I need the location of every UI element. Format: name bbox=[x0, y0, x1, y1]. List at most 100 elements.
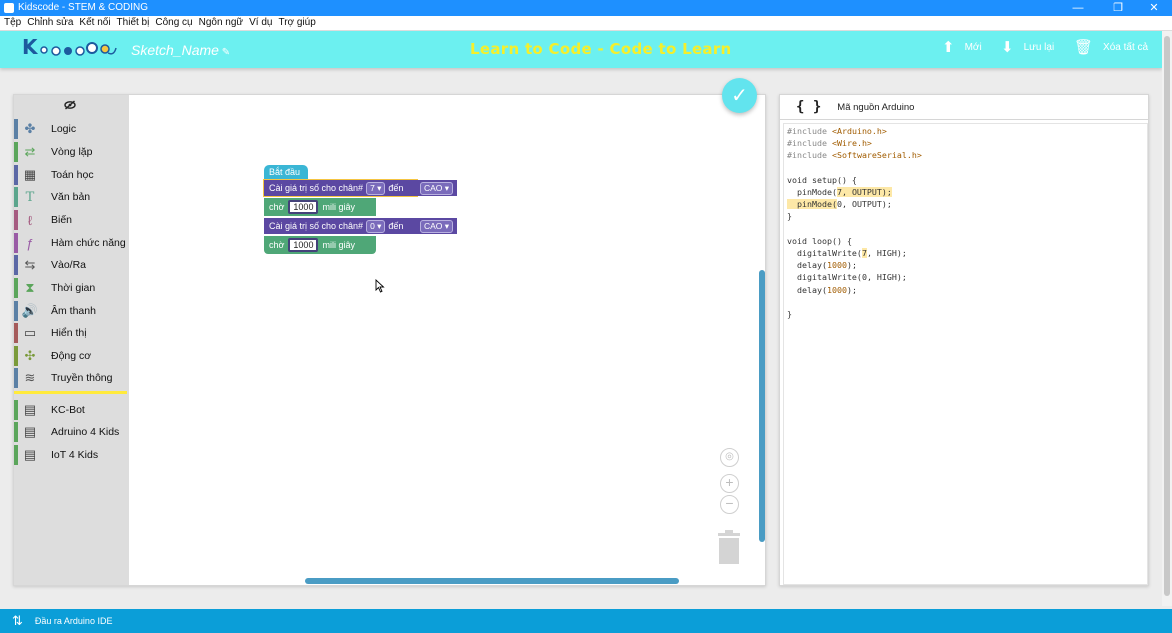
delay-value-input[interactable]: 1000 bbox=[288, 200, 319, 214]
block-canvas[interactable]: Bắt đầu Cài giá trị số cho chân# 7 ▾ đến… bbox=[129, 95, 765, 585]
category-color-bar bbox=[14, 165, 18, 185]
code-text: #include <Arduino.h> #include <Wire.h> #… bbox=[787, 126, 922, 320]
close-button[interactable]: ✕ bbox=[1140, 0, 1168, 16]
category-variables[interactable]: ℓ Biến bbox=[14, 209, 129, 231]
recenter-icon[interactable]: ◎ bbox=[720, 448, 739, 467]
menu-examples[interactable]: Ví dụ bbox=[245, 16, 274, 30]
category-logic[interactable]: ✤ Logic bbox=[14, 118, 129, 140]
block-label: Cài giá trị số cho chân# bbox=[269, 221, 364, 231]
text-t-icon: T bbox=[25, 189, 35, 205]
arduino-output-bar[interactable]: ⇅ Đầu ra Arduino IDE bbox=[0, 609, 1172, 633]
arduino-output-label: Đầu ra Arduino IDE bbox=[34, 616, 113, 626]
category-io[interactable]: ⇆ Vào/Ra bbox=[14, 254, 129, 276]
delete-label: Xóa tất cả bbox=[1103, 42, 1149, 53]
category-communication[interactable]: ≋ Truyền thông bbox=[14, 367, 129, 389]
level-dropdown[interactable]: CAO ▾ bbox=[420, 181, 454, 195]
category-loops[interactable]: ⇄ Vòng lặp bbox=[14, 141, 129, 163]
board-icon: ▤ bbox=[23, 447, 37, 462]
category-time[interactable]: ⧗ Thời gian bbox=[14, 277, 129, 299]
category-color-bar bbox=[14, 278, 18, 298]
category-display[interactable]: ▭ Hiển thị bbox=[14, 322, 129, 344]
category-color-bar bbox=[14, 142, 18, 162]
category-color-bar bbox=[14, 187, 18, 207]
monitor-icon: ▭ bbox=[23, 325, 37, 340]
sketch-name-field[interactable]: Sketch_Name ✎ bbox=[131, 42, 230, 58]
menu-help[interactable]: Trợ giúp bbox=[274, 16, 317, 30]
blockly-workspace[interactable]: ✤ Logic ⇄ Vòng lặp ▦ Toán học T Văn bản ℓ Biế… bbox=[13, 94, 766, 586]
value-block[interactable]: CAO ▾ bbox=[417, 180, 457, 196]
zoom-in-icon[interactable]: + bbox=[720, 474, 739, 493]
code-braces-icon: { } bbox=[796, 99, 822, 115]
category-iot-4-kids[interactable]: ▤ IoT 4 Kids bbox=[14, 444, 129, 466]
digital-write-block[interactable]: Cài giá trị số cho chân# 7 ▾ đến bbox=[263, 179, 418, 197]
menu-edit[interactable]: Chỉnh sửa bbox=[23, 16, 75, 30]
value-block[interactable]: CAO ▾ bbox=[417, 218, 457, 234]
category-text[interactable]: T Văn bản bbox=[14, 186, 129, 208]
digital-write-block[interactable]: Cài giá trị số cho chân# 0 ▾ đến bbox=[264, 218, 417, 234]
category-color-bar bbox=[14, 445, 18, 465]
window-titlebar: Kidscode - STEM & CODING — ❐ ✕ bbox=[0, 0, 1172, 16]
level-dropdown[interactable]: CAO ▾ bbox=[420, 219, 454, 233]
window-title: Kidscode - STEM & CODING bbox=[18, 2, 149, 13]
zoom-out-icon[interactable]: − bbox=[720, 495, 739, 514]
category-color-bar bbox=[14, 119, 18, 139]
category-arduino-4-kids[interactable]: ▤ Adruino 4 Kids bbox=[14, 421, 129, 443]
save-button[interactable]: ⬇ Lưu lại bbox=[1001, 40, 1054, 55]
start-block[interactable]: Bắt đầu bbox=[264, 165, 308, 180]
block-label: mili giây bbox=[322, 202, 355, 212]
sort-arrows-icon[interactable]: ⇅ bbox=[12, 613, 23, 629]
app-icon bbox=[4, 3, 14, 13]
category-kc-bot[interactable]: ▤ KC-Bot bbox=[14, 399, 129, 421]
fan-icon: ✣ bbox=[24, 348, 36, 363]
category-sound[interactable]: 🔊 Âm thanh bbox=[14, 300, 129, 322]
category-color-bar bbox=[14, 400, 18, 420]
new-label: Mới bbox=[964, 42, 982, 53]
category-label: Hàm chức năng bbox=[51, 237, 126, 249]
category-color-bar bbox=[14, 210, 18, 230]
window-scrollbar[interactable] bbox=[1162, 31, 1172, 606]
pin-dropdown[interactable]: 7 ▾ bbox=[366, 181, 386, 195]
workspace-vscrollbar[interactable] bbox=[759, 270, 765, 542]
delay-block[interactable]: chờ 1000 mili giây bbox=[264, 198, 376, 216]
category-label: Hiển thị bbox=[51, 327, 87, 339]
hide-toolbox-eye-icon[interactable] bbox=[64, 100, 76, 113]
window-scrollbar-thumb[interactable] bbox=[1164, 36, 1170, 596]
workspace-trash-icon[interactable] bbox=[716, 530, 742, 564]
delay-value-input[interactable]: 1000 bbox=[288, 238, 319, 252]
delay-block[interactable]: chờ 1000 mili giây bbox=[264, 236, 376, 254]
menu-language[interactable]: Ngôn ngữ bbox=[195, 16, 246, 30]
category-color-bar bbox=[14, 323, 18, 343]
code-view[interactable]: #include <Arduino.h> #include <Wire.h> #… bbox=[783, 123, 1148, 585]
app-header: K Sketch_Name ✎ Learn to Code - Code to … bbox=[0, 31, 1162, 68]
menu-tools[interactable]: Công cụ bbox=[151, 16, 194, 30]
board-icon: ▤ bbox=[23, 402, 37, 417]
menu-connect[interactable]: Kết nối bbox=[75, 16, 112, 30]
category-color-bar bbox=[14, 255, 18, 275]
category-math[interactable]: ▦ Toán học bbox=[14, 164, 129, 186]
slogan-text: Learn to Code - Code to Learn bbox=[470, 40, 732, 58]
menu-file[interactable]: Tệp bbox=[0, 16, 23, 30]
code-panel-header: { } Mã nguồn Arduino bbox=[780, 95, 1148, 120]
block-label: đến bbox=[388, 221, 404, 231]
edit-pencil-icon[interactable]: ✎ bbox=[219, 47, 230, 58]
workspace-hscrollbar[interactable] bbox=[305, 578, 679, 584]
pin-dropdown[interactable]: 0 ▾ bbox=[366, 219, 386, 233]
block-label: đến bbox=[388, 183, 404, 193]
mouse-cursor-icon bbox=[375, 279, 385, 293]
delete-all-button[interactable]: 🗑 Xóa tất cả bbox=[1074, 40, 1148, 55]
category-motor[interactable]: ✣ Động cơ bbox=[14, 345, 129, 367]
grid-icon: ▦ bbox=[23, 167, 37, 182]
compile-check-button[interactable]: ✓ bbox=[722, 78, 757, 113]
maximize-button[interactable]: ❐ bbox=[1104, 0, 1132, 16]
menu-device[interactable]: Thiết bị bbox=[113, 16, 152, 30]
upload-arrow-icon: ⬆ bbox=[942, 39, 955, 56]
wifi-icon: ≋ bbox=[24, 370, 36, 385]
kidscode-logo: K bbox=[22, 35, 117, 59]
category-label: Vòng lặp bbox=[51, 146, 93, 158]
new-sketch-button[interactable]: ⬆ Mới bbox=[942, 40, 982, 55]
category-functions[interactable]: ƒ Hàm chức năng bbox=[14, 232, 129, 254]
minimize-button[interactable]: — bbox=[1064, 0, 1092, 16]
category-label: Động cơ bbox=[51, 350, 92, 362]
category-label: IoT 4 Kids bbox=[51, 449, 99, 461]
category-label: Truyền thông bbox=[51, 372, 113, 384]
